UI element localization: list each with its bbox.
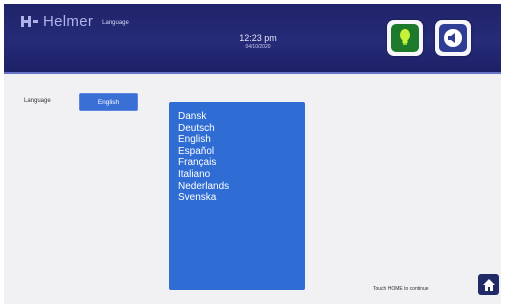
language-select[interactable]: English xyxy=(79,93,138,111)
helmer-logo-icon xyxy=(21,16,38,27)
language-list: Dansk Deutsch English Español Français I… xyxy=(169,102,305,290)
language-option-francais[interactable]: Français xyxy=(178,157,305,169)
speaker-icon xyxy=(444,29,462,47)
language-option-svenska[interactable]: Svenska xyxy=(178,192,305,204)
clock: 12:23 pm 04/10/2020 xyxy=(233,33,283,50)
language-option-english[interactable]: English xyxy=(178,134,305,146)
sound-button[interactable] xyxy=(435,20,471,56)
language-screen: Helmer Language 12:23 pm 04/10/2020 Lang… xyxy=(4,4,501,304)
brand-name: Helmer xyxy=(43,13,94,30)
language-option-dansk[interactable]: Dansk xyxy=(178,111,305,123)
language-option-nederlands[interactable]: Nederlands xyxy=(178,181,305,193)
language-option-deutsch[interactable]: Deutsch xyxy=(178,123,305,135)
language-option-espanol[interactable]: Español xyxy=(178,146,305,158)
home-button[interactable] xyxy=(478,274,499,295)
light-button[interactable] xyxy=(387,20,423,56)
header-bar: Helmer Language 12:23 pm 04/10/2020 xyxy=(4,4,501,74)
continue-text: Touch HOME to continue xyxy=(373,286,429,292)
language-label: Language xyxy=(24,98,51,104)
clock-date: 04/10/2020 xyxy=(245,44,271,50)
brand: Helmer Language xyxy=(20,13,129,30)
home-icon xyxy=(482,278,495,291)
screen-title: Language xyxy=(102,19,129,26)
light-bulb-icon xyxy=(400,29,410,45)
language-option-italiano[interactable]: Italiano xyxy=(178,169,305,181)
clock-time: 12:23 pm xyxy=(239,33,277,43)
